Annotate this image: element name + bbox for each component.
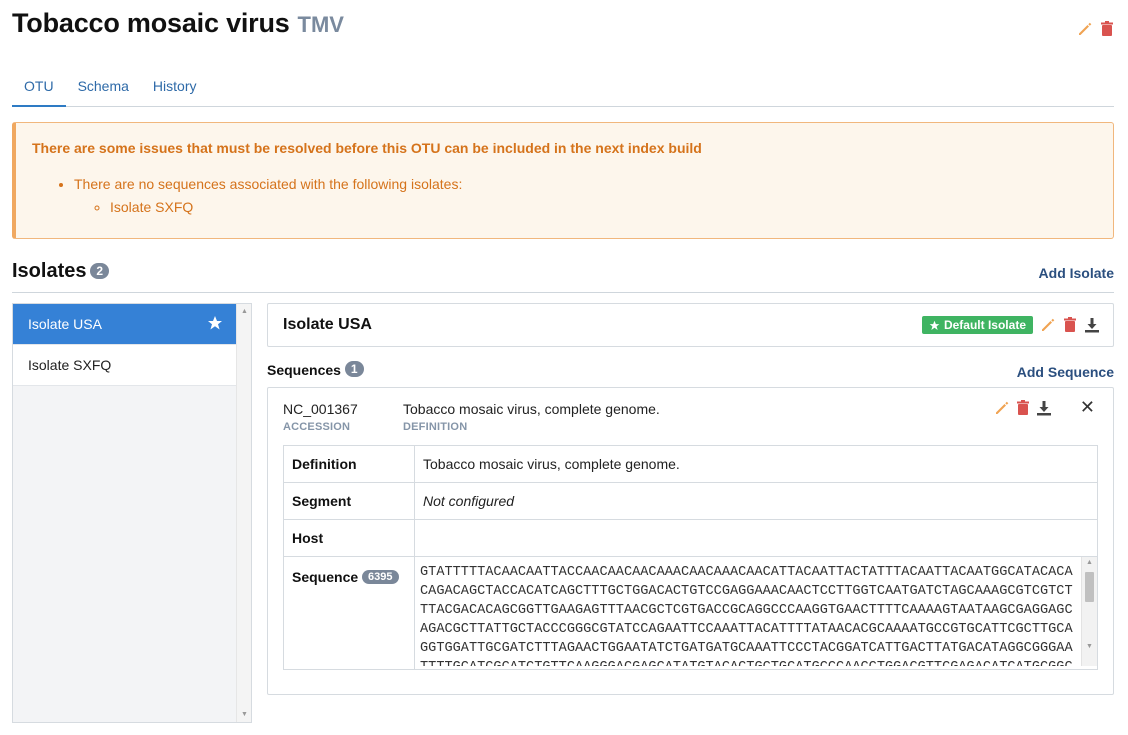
table-row: Host (283, 519, 1098, 557)
accession-block: NC_001367 ACCESSION (283, 401, 358, 433)
table-row: Definition Tobacco mosaic virus, complet… (283, 445, 1098, 483)
definition-label: DEFINITION (403, 421, 468, 433)
issues-alert: There are some issues that must be resol… (12, 122, 1114, 239)
isolates-header: Isolates 2 Add Isolate (12, 260, 1114, 293)
close-icon[interactable]: ✕ (1080, 397, 1095, 418)
isolates-title: Isolates (12, 260, 87, 282)
trash-icon[interactable] (1014, 399, 1032, 417)
table-row: Segment Not configured (283, 482, 1098, 520)
pencil-icon[interactable] (1039, 316, 1057, 334)
isolate-detail-actions: Default Isolate (921, 316, 1101, 334)
default-isolate-label: Default Isolate (943, 318, 1026, 332)
host-cell (414, 519, 1098, 557)
scroll-down-icon[interactable]: ▼ (1086, 643, 1093, 650)
scroll-up-icon[interactable]: ▲ (1086, 559, 1093, 566)
sequence-key-label: Sequence (292, 569, 359, 585)
download-icon[interactable] (1083, 316, 1101, 334)
tab-history[interactable]: History (141, 66, 209, 107)
table-row: Sequence 6395 GTATTTTTACAACAATTACCAACAAC… (283, 556, 1098, 670)
tab-otu[interactable]: OTU (12, 66, 66, 107)
isolate-item-usa[interactable]: Isolate USA (13, 304, 237, 345)
tab-schema[interactable]: Schema (66, 66, 141, 107)
alert-isolate-list: Isolate SXFQ (110, 197, 1097, 217)
isolate-item-label: Isolate USA (28, 316, 102, 332)
isolate-item-sxfq[interactable]: Isolate SXFQ (13, 345, 237, 386)
add-isolate-button[interactable]: Add Isolate (1039, 265, 1114, 281)
sequence-length-badge: 6395 (362, 570, 399, 585)
alert-issue: There are no sequences associated with t… (74, 174, 1097, 217)
add-sequence-button[interactable]: Add Sequence (1017, 364, 1114, 380)
scroll-up-icon[interactable]: ▲ (241, 308, 248, 315)
definition-key: Definition (283, 445, 415, 483)
trash-icon[interactable] (1061, 316, 1079, 334)
sequences-title: Sequences (267, 362, 341, 378)
default-isolate-badge: Default Isolate (921, 316, 1033, 334)
sequence-panel: NC_001367 ACCESSION Tobacco mosaic virus… (267, 387, 1114, 695)
header-actions (1076, 20, 1116, 38)
isolate-list: Isolate USA Isolate SXFQ ▲ ▼ (12, 303, 252, 723)
isolates-count-badge: 2 (90, 263, 110, 280)
segment-cell: Not configured (414, 482, 1098, 520)
star-icon (929, 320, 940, 330)
alert-isolate-item: Isolate SXFQ (110, 197, 1097, 217)
isolate-list-items: Isolate USA Isolate SXFQ (13, 304, 237, 722)
host-key: Host (283, 519, 415, 557)
definition-cell: Tobacco mosaic virus, complete genome. (414, 445, 1098, 483)
otu-abbreviation: TMV (297, 12, 344, 37)
pencil-icon[interactable] (993, 399, 1011, 417)
alert-issue-list: There are no sequences associated with t… (74, 174, 1097, 217)
alert-issue-text: There are no sequences associated with t… (74, 176, 463, 192)
definition-block: Tobacco mosaic virus, complete genome. D… (403, 401, 660, 433)
sequence-scrollbar[interactable]: ▲ ▼ (1081, 557, 1097, 666)
accession-label: ACCESSION (283, 421, 351, 433)
sequence-textarea[interactable]: GTATTTTTACAACAATTACCAACAACAACAAACAACAAAC… (415, 557, 1097, 666)
sequence-info-table: Definition Tobacco mosaic virus, complet… (283, 445, 1098, 670)
isolate-list-scrollbar[interactable]: ▲ ▼ (236, 304, 251, 722)
isolate-detail-title: Isolate USA (283, 316, 372, 333)
page-title: Tobacco mosaic virus (12, 8, 290, 38)
page-header: Tobacco mosaic virus TMV (12, 8, 1116, 48)
sequences-count-badge: 1 (344, 361, 364, 378)
segment-key: Segment (283, 482, 415, 520)
scroll-thumb[interactable] (1085, 572, 1094, 602)
accession-value: NC_001367 (283, 401, 358, 417)
definition-value: Tobacco mosaic virus, complete genome. (403, 401, 660, 417)
sequence-actions (993, 399, 1053, 417)
alert-title: There are some issues that must be resol… (32, 140, 702, 156)
download-icon[interactable] (1035, 399, 1053, 417)
tab-bar: OTU Schema History (12, 66, 1114, 107)
pencil-icon[interactable] (1076, 20, 1094, 38)
sequence-key: Sequence 6395 (283, 556, 415, 670)
sequences-header: Sequences 1 Add Sequence (267, 361, 1114, 384)
trash-icon[interactable] (1098, 20, 1116, 38)
isolate-item-label: Isolate SXFQ (28, 357, 112, 373)
sequence-cell: GTATTTTTACAACAATTACCAACAACAACAAACAACAAAC… (414, 556, 1098, 670)
star-icon (207, 315, 223, 334)
scroll-down-icon[interactable]: ▼ (241, 711, 248, 718)
isolate-detail-header: Isolate USA Default Isolate (267, 303, 1114, 347)
